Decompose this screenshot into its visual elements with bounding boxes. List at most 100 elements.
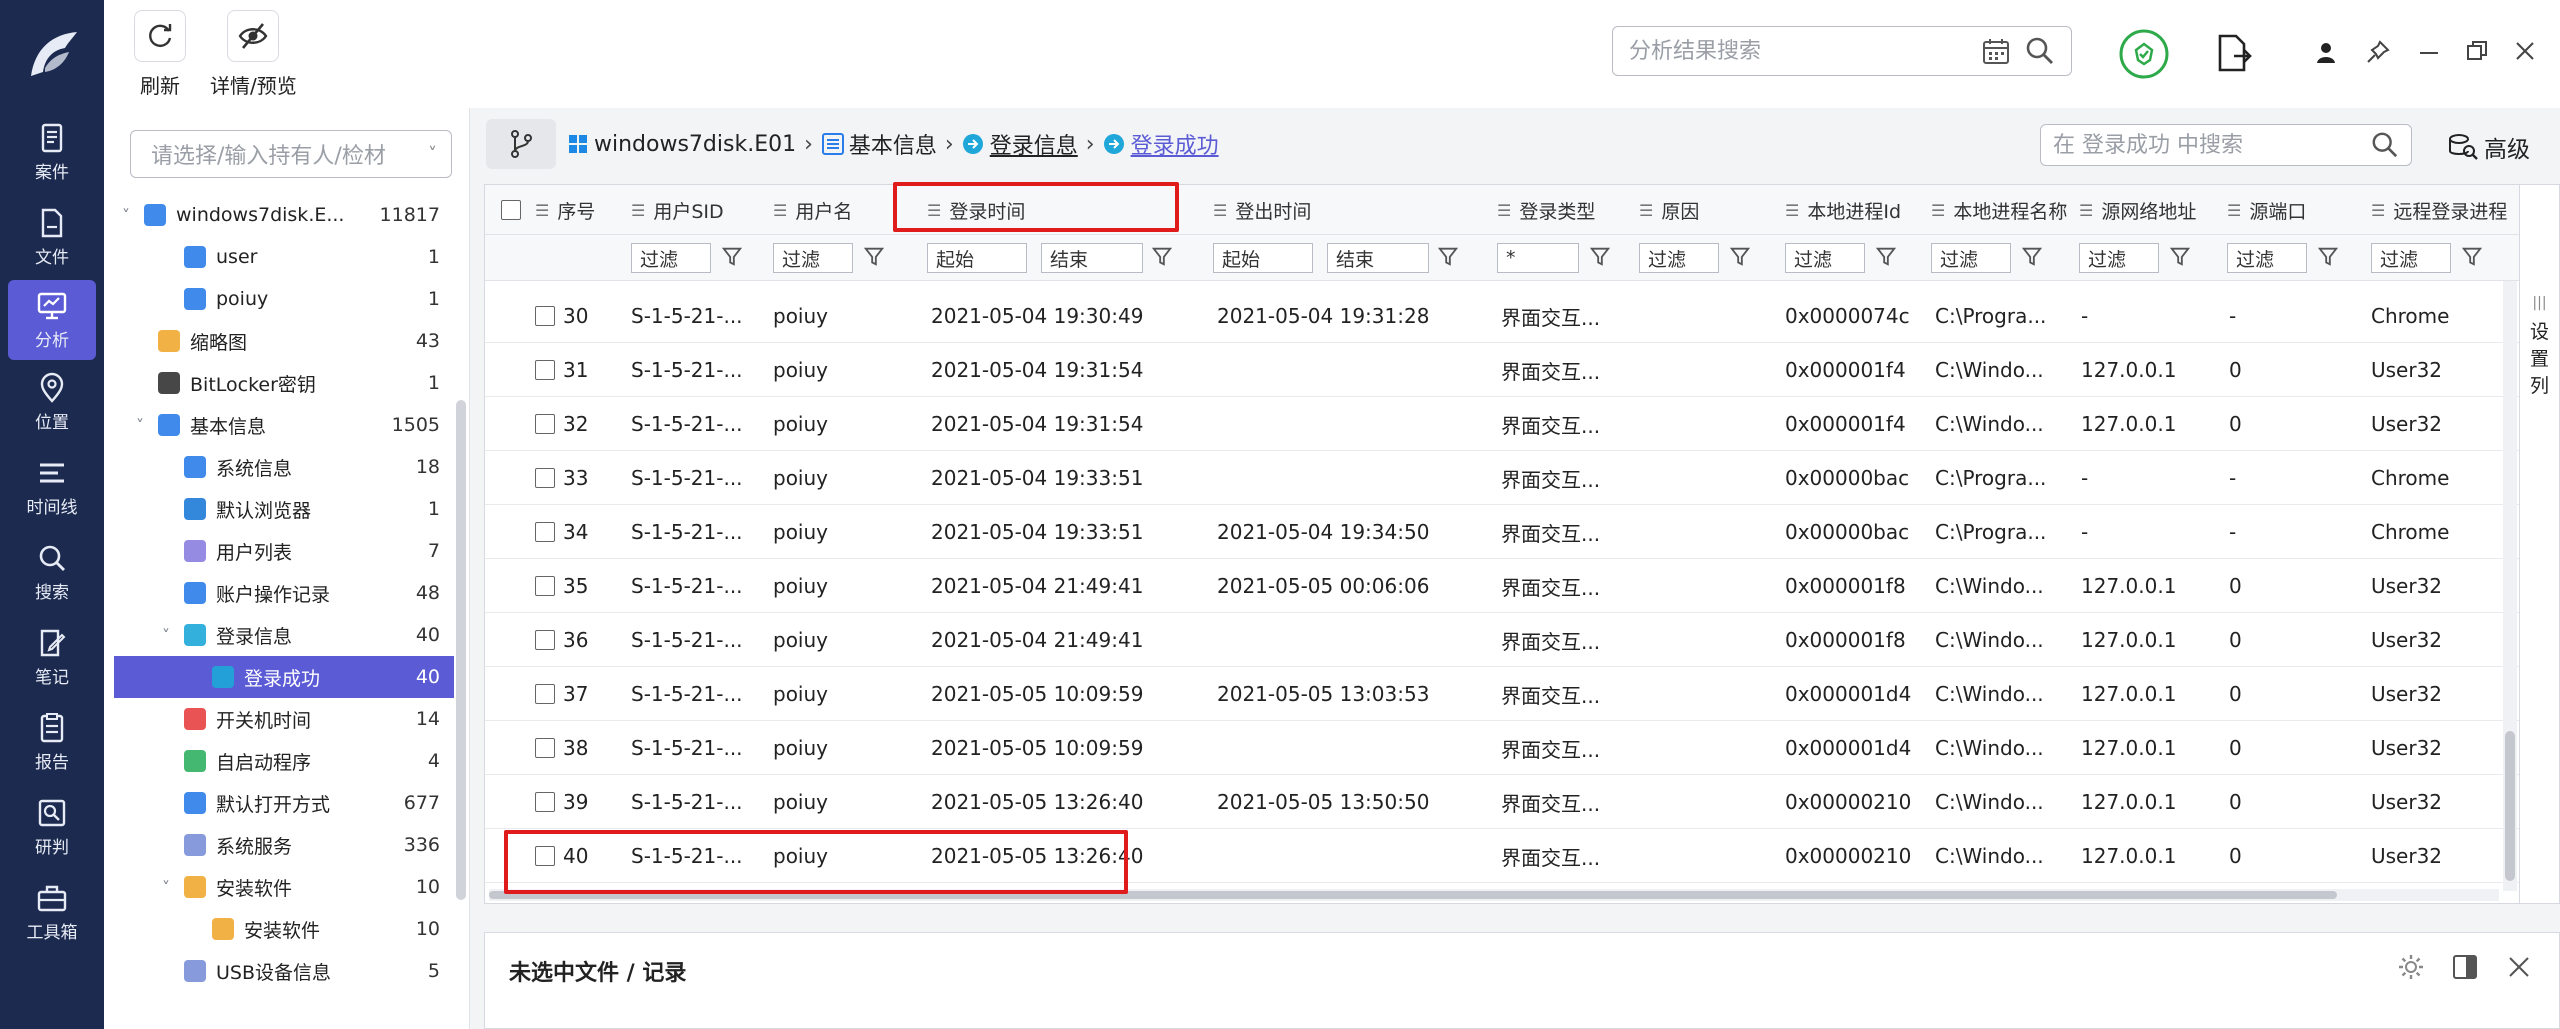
column-filter-input[interactable]: 过滤 [1931, 243, 2011, 273]
column-header[interactable]: ☰ 源端口 [2227, 185, 2306, 235]
tree-item[interactable]: ˅ 安装软件 10 [114, 866, 454, 908]
chevron-down-icon[interactable]: ˅ [136, 416, 158, 435]
tree-item[interactable]: 账户操作记录 48 [114, 572, 454, 614]
column-header[interactable]: ☰ 本地进程名称 [1931, 185, 2067, 235]
advanced-search-button[interactable]: 高级 [2448, 130, 2530, 164]
table-row[interactable]: 39 S-1-5-21-... poiuy 2021-05-05 13:26:40 20… [485, 775, 2519, 829]
search-icon[interactable] [2371, 131, 2399, 159]
login-start-input[interactable]: 起始 [927, 243, 1027, 273]
column-filter-input[interactable]: 过滤 [1785, 243, 1865, 273]
table-row[interactable]: 30 S-1-5-21-... poiuy 2021-05-04 19:30:49 20… [485, 289, 2519, 343]
table-row[interactable]: 32 S-1-5-21-... poiuy 2021-05-04 19:31:54 界面… [485, 397, 2519, 451]
column-header[interactable]: ☰ 远程登录进程 [2371, 185, 2507, 235]
table-row[interactable]: 40 S-1-5-21-... poiuy 2021-05-05 13:26:40 界面… [485, 829, 2519, 883]
analysis-search-input[interactable] [1629, 38, 1981, 64]
nav-item-search[interactable]: 搜索 [0, 530, 104, 615]
filter-icon[interactable] [1151, 245, 1175, 269]
column-filter-input[interactable]: 过滤 [1639, 243, 1719, 273]
minimize-icon[interactable] [2418, 42, 2440, 64]
column-filter-input[interactable]: 过滤 [2227, 243, 2307, 273]
shield-check-icon[interactable] [2118, 28, 2170, 80]
user-icon[interactable] [2316, 42, 2336, 64]
filter-icon[interactable] [721, 245, 745, 269]
column-header[interactable]: ☰ 本地进程Id [1785, 185, 1901, 235]
login-end-input[interactable]: 结束 [1041, 243, 1143, 273]
row-checkbox[interactable] [535, 360, 555, 380]
row-checkbox[interactable] [535, 468, 555, 488]
restore-icon[interactable] [2466, 40, 2488, 62]
gear-icon[interactable] [2397, 953, 2425, 981]
column-header[interactable]: ☰ 登录类型 [1497, 185, 1595, 235]
column-settings-button[interactable]: ||| 设 置 列 [2520, 184, 2560, 904]
logout-start-input[interactable]: 起始 [1213, 243, 1313, 273]
table-row[interactable]: 36 S-1-5-21-... poiuy 2021-05-04 21:49:41 界面… [485, 613, 2519, 667]
row-checkbox[interactable] [535, 792, 555, 812]
row-checkbox[interactable] [535, 684, 555, 704]
filter-icon[interactable] [2317, 245, 2341, 269]
close-window-icon[interactable] [2514, 40, 2536, 62]
nav-item-timeline[interactable]: 时间线 [0, 445, 104, 530]
column-header[interactable]: ☰ 原因 [1639, 185, 1699, 235]
column-filter-input[interactable]: 过滤 [773, 243, 853, 273]
panel-layout-icon[interactable] [2451, 953, 2479, 981]
chevron-down-icon[interactable]: ˅ [428, 144, 437, 165]
filter-icon[interactable] [1729, 245, 1753, 269]
row-checkbox[interactable] [535, 576, 555, 596]
breadcrumb-root[interactable]: windows7disk.E01 [594, 132, 796, 157]
row-checkbox[interactable] [535, 306, 555, 326]
row-checkbox[interactable] [535, 738, 555, 758]
refresh-button[interactable]: 刷新 [134, 10, 186, 99]
detail-preview-button[interactable]: 详情/预览 [210, 10, 297, 99]
inner-search-box[interactable] [2040, 124, 2412, 166]
row-checkbox[interactable] [535, 522, 555, 542]
tree-item[interactable]: BitLocker密钥 1 [114, 362, 454, 404]
tree-item[interactable]: 用户列表 7 [114, 530, 454, 572]
close-panel-icon[interactable] [2505, 953, 2533, 981]
tree-item[interactable]: poiuy 1 [114, 278, 454, 320]
owner-select[interactable]: 请选择/输入持有人/检材 ˅ [130, 130, 452, 178]
nav-item-judge[interactable]: 研判 [0, 785, 104, 870]
tree-item[interactable]: 默认打开方式 677 [114, 782, 454, 824]
branch-button[interactable] [486, 119, 556, 169]
nav-item-report[interactable]: 报告 [0, 700, 104, 785]
tree-item[interactable]: 登录成功 40 [114, 656, 454, 698]
select-all-checkbox[interactable] [501, 185, 521, 235]
chevron-down-icon[interactable]: ˅ [162, 878, 184, 897]
calendar-icon[interactable] [1981, 36, 2011, 66]
tree-item[interactable]: 开关机时间 14 [114, 698, 454, 740]
column-header[interactable]: ☰ 用户名 [773, 185, 852, 235]
tree-item[interactable]: ˅ 登录信息 40 [114, 614, 454, 656]
column-filter-input[interactable]: 过滤 [2371, 243, 2451, 273]
row-checkbox[interactable] [535, 630, 555, 650]
nav-item-note[interactable]: 笔记 [0, 615, 104, 700]
nav-item-file[interactable]: 文件 [0, 195, 104, 280]
tree-item[interactable]: 缩略图 43 [114, 320, 454, 362]
tree-item[interactable]: 系统服务 336 [114, 824, 454, 866]
tree-item[interactable]: user 1 [114, 236, 454, 278]
table-horizontal-scrollbar[interactable] [489, 889, 2499, 901]
breadcrumb-level2[interactable]: 登录信息 [990, 128, 1078, 160]
logout-end-input[interactable]: 结束 [1327, 243, 1429, 273]
tree-item[interactable]: USB设备信息 5 [114, 950, 454, 992]
filter-icon[interactable] [863, 245, 887, 269]
chevron-down-icon[interactable]: ˅ [162, 626, 184, 645]
column-header[interactable]: ☰ 用户SID [631, 185, 724, 235]
nav-item-analysis[interactable]: 分析 [8, 280, 96, 360]
tree-item[interactable]: ˅ 基本信息 1505 [114, 404, 454, 446]
tree-item[interactable]: ˅ windows7disk.E... 11817 [114, 194, 454, 236]
nav-item-toolbox[interactable]: 工具箱 [0, 870, 104, 955]
table-row[interactable]: 37 S-1-5-21-... poiuy 2021-05-05 10:09:59 20… [485, 667, 2519, 721]
chevron-down-icon[interactable]: ˅ [122, 206, 144, 225]
analysis-search-box[interactable] [1612, 26, 2072, 76]
filter-icon[interactable] [1589, 245, 1613, 269]
filter-icon[interactable] [2021, 245, 2045, 269]
nav-item-case[interactable]: 案件 [0, 110, 104, 195]
table-row[interactable]: 38 S-1-5-21-... poiuy 2021-05-05 10:09:59 界面… [485, 721, 2519, 775]
column-filter-input[interactable]: 过滤 [2079, 243, 2159, 273]
table-row[interactable]: 31 S-1-5-21-... poiuy 2021-05-04 19:31:54 界面… [485, 343, 2519, 397]
column-filter-input[interactable]: 过滤 [631, 243, 711, 273]
row-checkbox[interactable] [535, 414, 555, 434]
inner-search-input[interactable] [2053, 132, 2371, 158]
column-header[interactable]: ☰ 登出时间 [1213, 185, 1311, 235]
column-header[interactable]: ☰ 序号 [535, 185, 595, 235]
